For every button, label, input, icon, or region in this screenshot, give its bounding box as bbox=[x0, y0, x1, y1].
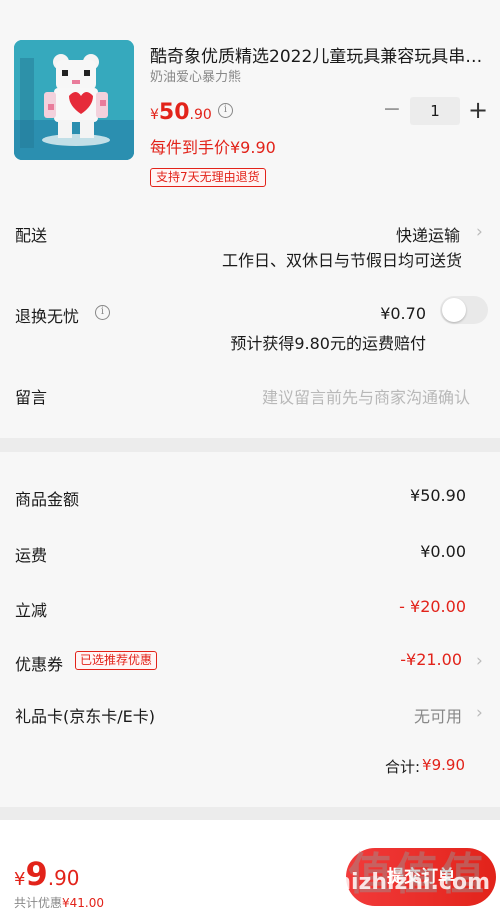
quantity-field[interactable]: 1 bbox=[410, 97, 460, 125]
watermark-url: zhizhizhi.com bbox=[322, 870, 490, 895]
delivery-schedule: 工作日、双休日与节假日均可送货 bbox=[221, 251, 462, 270]
instant-discount-label: 立减 bbox=[15, 601, 48, 620]
toy-bear-icon bbox=[14, 40, 134, 160]
deal-price: 每件到手价¥9.90 bbox=[150, 138, 276, 157]
coupon-label: 优惠券 bbox=[15, 655, 64, 674]
product-variant: 奶油爱心暴力熊 bbox=[150, 70, 242, 85]
return-insurance-info-icon[interactable]: i bbox=[95, 305, 110, 320]
return-insurance-note: 预计获得9.80元的运费赔付 bbox=[230, 334, 426, 353]
instant-discount-value: - ¥20.00 bbox=[399, 597, 466, 616]
discount-label: 共计优惠 bbox=[14, 896, 63, 910]
total-value: ¥9.90 bbox=[422, 756, 465, 774]
quantity-minus-button[interactable]: − bbox=[382, 97, 402, 125]
return-insurance-price: ¥0.70 bbox=[380, 304, 426, 323]
coupon-chevron-icon[interactable]: › bbox=[476, 651, 486, 671]
bottom-price-int: 9 bbox=[25, 855, 48, 893]
bottom-currency: ¥ bbox=[14, 869, 26, 890]
price-int: 50 bbox=[158, 100, 190, 125]
message-label: 留言 bbox=[15, 388, 48, 407]
delivery-chevron-icon[interactable]: › bbox=[476, 222, 486, 242]
price-info-icon[interactable]: i bbox=[218, 103, 233, 118]
product-price: ¥50.90 bbox=[150, 100, 212, 125]
return-policy-badge: 支持7天无理由退货 bbox=[150, 168, 266, 187]
giftcard-label: 礼品卡(京东卡/E卡) bbox=[15, 707, 155, 726]
coupon-value[interactable]: -¥21.00 bbox=[400, 650, 462, 669]
bottom-discount: 共计优惠¥41.00 bbox=[14, 894, 104, 911]
giftcard-value[interactable]: 无可用 bbox=[414, 703, 462, 727]
delivery-label: 配送 bbox=[15, 226, 48, 245]
product-image[interactable] bbox=[14, 40, 134, 160]
goods-amount-label: 商品金额 bbox=[15, 490, 80, 509]
quantity-plus-button[interactable]: + bbox=[466, 97, 490, 125]
coupon-recommended-badge: 已选推荐优惠 bbox=[75, 651, 158, 670]
price-currency: ¥ bbox=[150, 107, 159, 123]
discount-value: ¥41.00 bbox=[62, 896, 105, 910]
giftcard-chevron-icon[interactable]: › bbox=[476, 703, 486, 723]
return-insurance-toggle[interactable] bbox=[440, 296, 488, 324]
total-label: 合计: bbox=[384, 758, 420, 776]
return-insurance-label: 退换无忧 bbox=[15, 307, 80, 326]
delivery-method[interactable]: 快递运输 bbox=[396, 222, 460, 246]
toggle-knob bbox=[442, 298, 466, 322]
goods-amount-value: ¥50.90 bbox=[410, 486, 466, 505]
bottom-price: ¥9.90 bbox=[14, 855, 80, 893]
price-dec: .90 bbox=[189, 107, 212, 123]
section-divider bbox=[0, 438, 500, 452]
shipping-value: ¥0.00 bbox=[420, 542, 466, 561]
product-title[interactable]: 酷奇象优质精选2022儿童玩具兼容玩具串… bbox=[150, 42, 490, 67]
message-input[interactable]: 建议留言前先与商家沟通确认 bbox=[262, 384, 470, 408]
shipping-label: 运费 bbox=[15, 546, 48, 565]
bottom-price-dec: .90 bbox=[47, 866, 80, 890]
section-divider bbox=[0, 807, 500, 820]
